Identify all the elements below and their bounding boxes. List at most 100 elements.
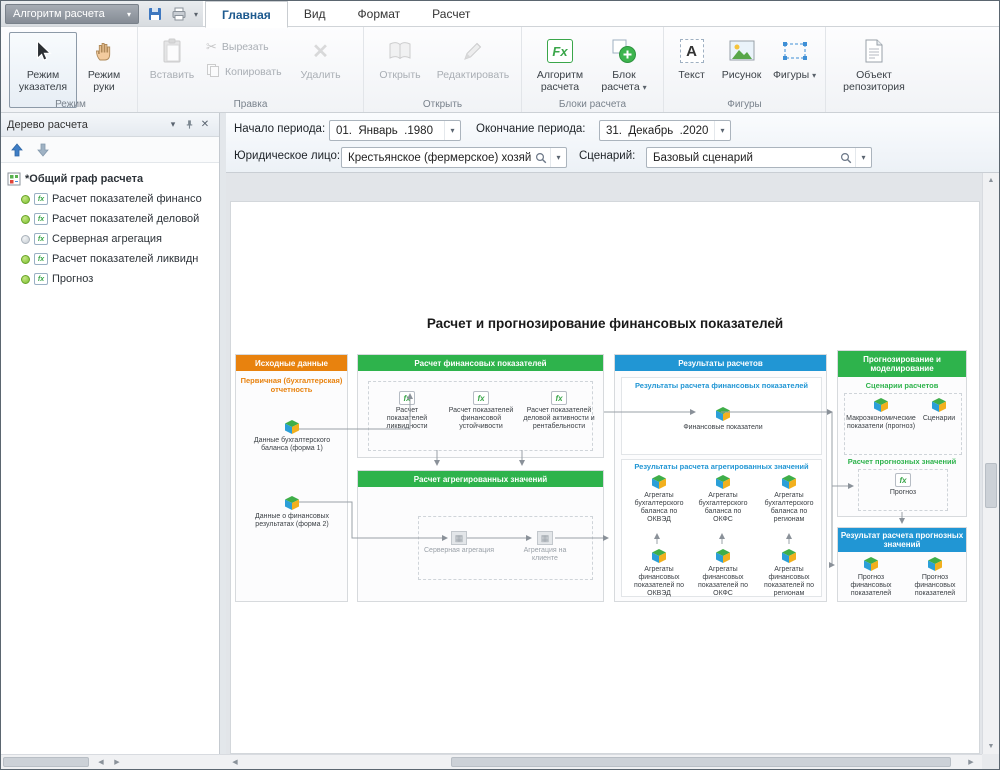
tree-scroll-left-button[interactable]: ◀ [93,755,109,769]
diagram-node-macro-forecast[interactable]: Макроэкономические показатели (прогноз) [848,397,914,431]
vertical-scroll-thumb[interactable] [985,463,997,508]
move-down-button[interactable] [32,140,54,160]
canvas-scroll-right-button[interactable]: ▶ [963,755,979,769]
panel-subtitle: Результаты расчета финансовых показателе… [622,382,821,391]
close-panel-button[interactable]: ✕ [197,117,213,133]
diagram-node-agg-fin-okfs[interactable]: Агрегаты финансовых показателей по ОКФС [694,548,752,598]
calc-block-button[interactable]: Блок расчета ▾ [593,32,655,94]
cut-button[interactable]: ✂ Вырезать [201,36,287,57]
period-start-combo[interactable]: 01. Январь .1980 ▾ [329,120,461,141]
legal-entity-combo[interactable]: Крестьянское (фермерское) хозяй ▾ [341,147,567,168]
chevron-down-icon: ▾ [444,121,460,140]
cube-icon [781,548,797,564]
print-button[interactable] [167,4,191,24]
diagram-node-balance-data[interactable]: Данные бухгалтерского баланса (форма 1) [249,419,335,453]
diagram-node-agg-balance-region[interactable]: Агрегаты бухгалтерского баланса по регио… [760,474,818,524]
diagram-node-forecast-calc[interactable]: fx Прогноз [873,473,933,497]
tree-item-label: Серверная агрегация [52,233,162,245]
calc-algorithm-button[interactable]: Fx Алгоритм расчета [527,32,593,94]
pointer-mode-button[interactable]: Режим указателя [9,32,77,108]
printer-icon [171,6,187,22]
canvas-scroll-left-button[interactable]: ◀ [227,755,243,769]
diagram-node-forecast-fin-1[interactable]: Прогноз финансовых показателей [842,556,900,598]
app-menu-label: Алгоритм расчета [13,8,105,20]
group-subtitle: Расчет прогнозных значений [838,458,966,467]
open-button[interactable]: Открыть [369,32,431,83]
quick-access-dropdown[interactable]: ▾ [189,4,203,24]
group-source-data[interactable]: Исходные данные Первичная (бухгалтерская… [235,354,348,602]
diagram-node-stability-calc[interactable]: fx Расчет показателей финансовой устойчи… [446,391,516,431]
search-icon [837,152,855,164]
tab-home[interactable]: Главная [205,1,288,28]
repository-object-button[interactable]: Объект репозитория [831,32,917,94]
panel-menu-button[interactable]: ▾ [165,117,181,133]
tree-item-label: Расчет показателей ликвидн [52,253,198,265]
shapes-button[interactable]: Фигуры ▾ [769,32,820,83]
tree-scroll-right-button[interactable]: ▶ [109,755,125,769]
delete-button[interactable]: ✕ Удалить [293,32,349,83]
text-shape-button[interactable]: A Текст [669,32,714,83]
diagram-page: Расчет и прогнозирование финансовых пока… [230,201,980,754]
diagram-node-agg-fin-region[interactable]: Агрегаты финансовых показателей по регио… [760,548,818,598]
diagram-node-server-aggregation[interactable]: ▦ Серверная агрегация [424,531,494,555]
diagram-node-fin-results-data[interactable]: Данные о финансовых результатах (форма 2… [249,495,335,529]
status-gray-icon [21,235,30,244]
fx-algorithm-icon: Fx [547,35,573,67]
fx-block-icon: fx [34,253,48,265]
save-button[interactable] [143,4,167,24]
tab-format[interactable]: Формат [342,1,417,27]
chevron-down-icon: ▾ [171,119,176,130]
group-fin-calc[interactable]: Расчет финансовых показателей fx Расчет … [357,354,604,458]
status-green-icon [21,195,30,204]
scroll-down-button[interactable]: ▼ [983,739,999,754]
period-end-combo[interactable]: 31. Декабрь .2020 ▾ [599,120,731,141]
scroll-up-button[interactable]: ▲ [983,173,999,188]
group-agg-calc[interactable]: Расчет агрегированных значений ▦ Серверн… [357,470,604,602]
group-results[interactable]: Результаты расчетов Результаты расчета ф… [614,354,827,602]
canvas-hscroll-thumb[interactable] [451,757,951,767]
diagram-node-scenarios[interactable]: Сценарии [918,397,960,423]
move-up-button[interactable] [6,140,28,160]
tree-item[interactable]: fx Расчет показателей ликвидн [1,249,219,269]
diagram-node-liquidity-calc[interactable]: fx Расчет показателей ликвидности [376,391,438,431]
tree-root-item[interactable]: *Общий граф расчета [1,169,219,189]
tree-hscroll-thumb[interactable] [3,757,89,767]
add-block-icon [611,35,637,67]
group-label-shapes: Фигуры [664,99,825,110]
tab-view[interactable]: Вид [288,1,342,27]
paste-button[interactable]: Вставить [143,32,201,83]
cube-icon [284,419,300,435]
group-header: Прогнозирование и моделирование [838,351,966,377]
ribbon-group-blocks: Fx Алгоритм расчета Блок расчета ▾ Блоки… [522,27,664,112]
picture-button[interactable]: Рисунок [714,32,769,83]
ribbon-group-mode: Режим указателя Режим руки Режим [4,27,138,112]
diagram-node-agg-balance-okved[interactable]: Агрегаты бухгалтерского баланса по ОКВЭД [630,474,688,524]
diagram-node-agg-balance-okfs[interactable]: Агрегаты бухгалтерского баланса по ОКФС [694,474,752,524]
scenario-label: Сценарий: [579,150,635,162]
calc-tree: *Общий граф расчета fx Расчет показателе… [1,163,219,289]
diagram-node-forecast-fin-2[interactable]: Прогноз финансовых показателей [906,556,964,598]
vertical-scrollbar[interactable]: ▲ ▼ [982,173,999,754]
scrollbar-corner [982,754,999,769]
copy-button[interactable]: Копировать [201,61,287,82]
edit-object-button[interactable]: Редактировать [431,32,515,83]
group-forecasting[interactable]: Прогнозирование и моделирование Сценарии… [837,350,967,517]
diagram-node-activity-calc[interactable]: fx Расчет показателей деловой активности… [522,391,596,431]
tree-item[interactable]: fx Расчет показателей деловой [1,209,219,229]
tree-item[interactable]: fx Серверная агрегация [1,229,219,249]
tree-item[interactable]: fx Расчет показателей финансо [1,189,219,209]
diagram-node-fin-indicators[interactable]: Финансовые показатели [680,406,766,432]
ribbon-group-shapes: A Текст Рисунок Фигуры ▾ Фигуры [664,27,826,112]
diagram-node-client-aggregation[interactable]: ▦ Агрегация на клиенте [510,531,580,563]
group-forecast-result[interactable]: Результат расчета прогнозных значений Пр… [837,527,967,602]
pin-panel-button[interactable] [181,117,197,133]
tree-item[interactable]: fx Прогноз [1,269,219,289]
tab-calculation[interactable]: Расчет [416,1,486,27]
diagram-canvas[interactable]: Расчет и прогнозирование финансовых пока… [226,173,982,754]
hand-mode-button[interactable]: Режим руки [77,32,131,94]
edit-small-buttons: ✂ Вырезать Копировать [201,32,287,82]
diagram-node-agg-fin-okved[interactable]: Агрегаты финансовых показателей по ОКВЭД [630,548,688,598]
app-menu-button[interactable]: Алгоритм расчета ▾ [5,4,139,24]
scenario-combo[interactable]: Базовый сценарий ▾ [646,147,872,168]
shapes-icon [781,35,809,67]
